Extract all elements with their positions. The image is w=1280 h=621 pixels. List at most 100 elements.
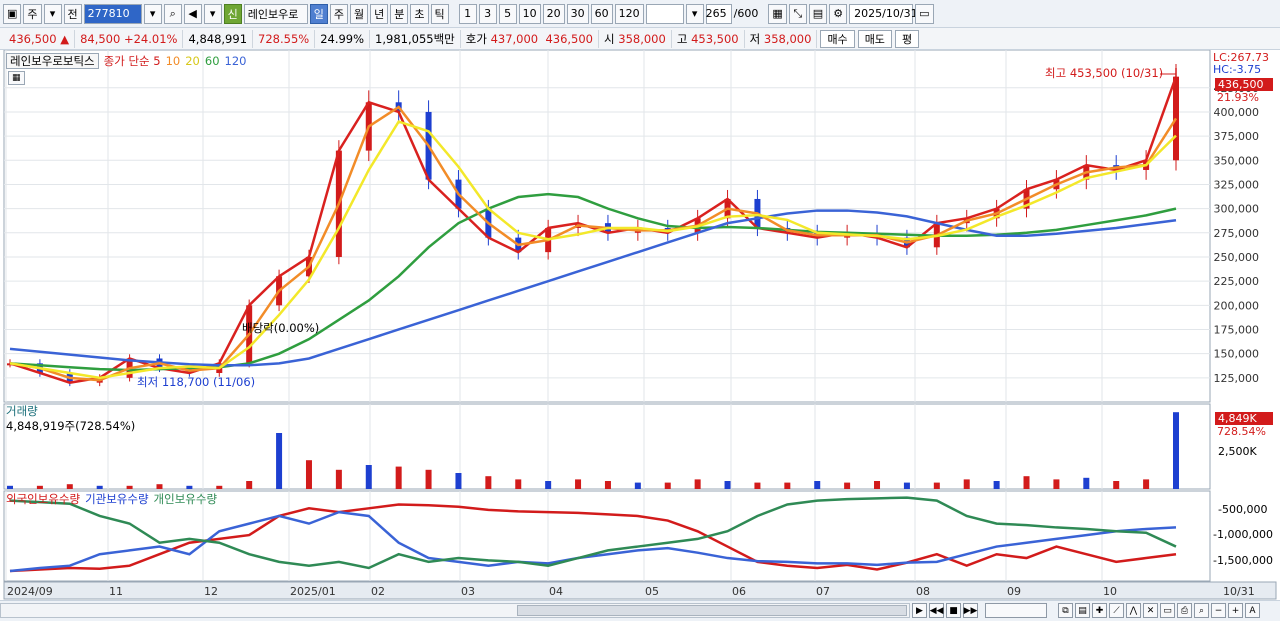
play-icon[interactable]: ▶ [912,603,927,618]
price-legend: 레인보우로보틱스 종가 단순 5 10 20 60 120 [6,53,246,69]
ma-label[interactable]: 종가 단순 5 [104,53,161,69]
sell-button[interactable]: 매도 [857,29,892,48]
print-icon[interactable]: ⎙ [1177,603,1192,618]
folder-icon[interactable]: ▭ [1160,603,1175,618]
crosshair-icon[interactable]: ✚ [1092,603,1107,618]
volume-bar [933,482,940,489]
dropdown-icon[interactable]: ▾ [43,3,62,24]
layout-icon[interactable]: ▣ [3,3,22,24]
search-icon[interactable]: ⌕ [163,3,182,24]
trend-icon[interactable]: ⟋ [1109,603,1124,618]
buy-button[interactable]: 매수 [820,29,855,48]
holding-ylabel-3: -1,500,000 [1213,554,1273,567]
tab-minute[interactable]: 분 [390,3,409,24]
clear-icon[interactable]: ✕ [1143,603,1158,618]
interval-dropdown-icon[interactable]: ▾ [685,3,704,24]
price-tick-label: 125,000 [1214,372,1260,385]
interval-10[interactable]: 10 [518,3,541,24]
interval-5[interactable]: 5 [498,3,517,24]
chart-svg[interactable]: 2024/09 11 12 2025/01 02 03 04 05 06 07 08 09 10 10/3… [0,49,1280,600]
inst-holding-label[interactable]: 기관보유수량 [85,491,148,507]
settings-icon[interactable]: ⚙ [829,3,848,24]
volume-ylabel: 2,500K [1218,445,1257,458]
scroll-thumb[interactable] [517,605,907,616]
tab-year[interactable]: 년 [370,3,389,24]
tab-second[interactable]: 초 [410,3,429,24]
current-price: 436,500 ▲ [4,29,76,48]
tab-month[interactable]: 월 [350,3,369,24]
zoom-in-icon[interactable]: + [1228,603,1243,618]
avg-button[interactable]: 평 [894,29,920,48]
interval-120[interactable]: 120 [614,3,644,24]
x-tick-label: 02 [371,585,385,598]
ma60-label[interactable]: 60 [205,54,220,68]
custom-interval-input[interactable] [645,3,684,24]
x-tick-label: 03 [461,585,475,598]
price-tick-label: 225,000 [1214,275,1260,288]
save-icon[interactable]: ▤ [808,3,828,24]
x-tick-label: 08 [916,585,930,598]
indiv-holding-label[interactable]: 개인보유수량 [154,491,217,507]
volume-bar [246,481,253,489]
price-tick-label: 350,000 [1214,154,1260,167]
new-badge[interactable]: 신 [223,3,242,24]
date-input[interactable]: 2025/10/31 [849,3,918,24]
prev-button[interactable]: 전 [63,3,82,24]
interval-1[interactable]: 1 [458,3,477,24]
speaker-dropdown-icon[interactable]: ▾ [203,3,222,24]
price-tick-label: 200,000 [1214,299,1260,312]
code-dropdown-icon[interactable]: ▾ [143,3,162,24]
pattern-icon[interactable]: ⋀ [1126,603,1141,618]
chart-scrollbar[interactable] [0,603,910,618]
zoom-out-icon[interactable]: − [1211,603,1226,618]
volume-bar [993,481,1000,489]
copy-icon[interactable]: ⧉ [1058,603,1073,618]
volume-bar [216,485,223,489]
font-size-icon[interactable]: A [1245,603,1260,618]
stock-code-input[interactable]: 277810 [83,3,142,24]
volume-bar [545,481,552,489]
price-tick-label: 275,000 [1214,227,1260,240]
stock-name-field[interactable]: 레인보우로 [243,3,308,24]
volume-bar [305,460,312,489]
tab-tick[interactable]: 틱 [430,3,449,24]
count-input[interactable]: 265 [705,3,732,24]
tab-day[interactable]: 일 [309,3,328,24]
zoom-icon[interactable]: ⌕ [1194,603,1209,618]
stop-icon[interactable]: ■ [946,603,961,618]
holdings-legend: 외국인보유수량 기관보유수량 개인보유수량 [6,491,217,507]
interval-30[interactable]: 30 [566,3,589,24]
volume-bar [694,479,701,489]
ma120-label[interactable]: 120 [225,54,247,68]
grid-icon[interactable]: ▦ [768,3,787,24]
tab-week[interactable]: 주 [329,3,349,24]
calendar-icon[interactable]: ▭ [915,3,934,24]
volume-bar [365,465,372,489]
interval-60[interactable]: 60 [590,3,613,24]
hc-label: HC:-3.75 [1213,63,1262,76]
foreign-holding-label[interactable]: 외국인보유수량 [6,491,80,507]
rewind-icon[interactable]: ◀◀ [929,603,944,618]
stock-title-box[interactable]: 레인보우로보틱스 [6,53,99,69]
table-icon[interactable]: ▦ [8,71,25,85]
forward-icon[interactable]: ▶▶ [963,603,978,618]
volume-title[interactable]: 거래량 [6,403,38,419]
volume-bar [963,479,970,489]
interval-20[interactable]: 20 [542,3,565,24]
speaker-icon[interactable]: ◀ [183,3,202,24]
x-tick-label: 10/31 [1223,585,1255,598]
volume-bar [1143,479,1150,489]
x-tick-label: 06 [732,585,746,598]
ma20-label[interactable]: 20 [185,54,200,68]
ma10-label[interactable]: 10 [166,54,181,68]
x-tick-label: 12 [204,585,218,598]
volume-bar [395,466,402,489]
layers-icon[interactable]: ▤ [1075,603,1090,618]
period-select[interactable]: 주 [23,3,42,24]
current-pct-tag: 21.93% [1217,91,1259,104]
volume-bar [1023,476,1030,489]
interval-3[interactable]: 3 [478,3,497,24]
chart-area[interactable]: 2024/09 11 12 2025/01 02 03 04 05 06 07 08 09 10 10/3… [0,49,1280,600]
chart-tool-icon[interactable]: ⤡ [788,3,807,24]
zoom-slider[interactable] [985,603,1047,618]
